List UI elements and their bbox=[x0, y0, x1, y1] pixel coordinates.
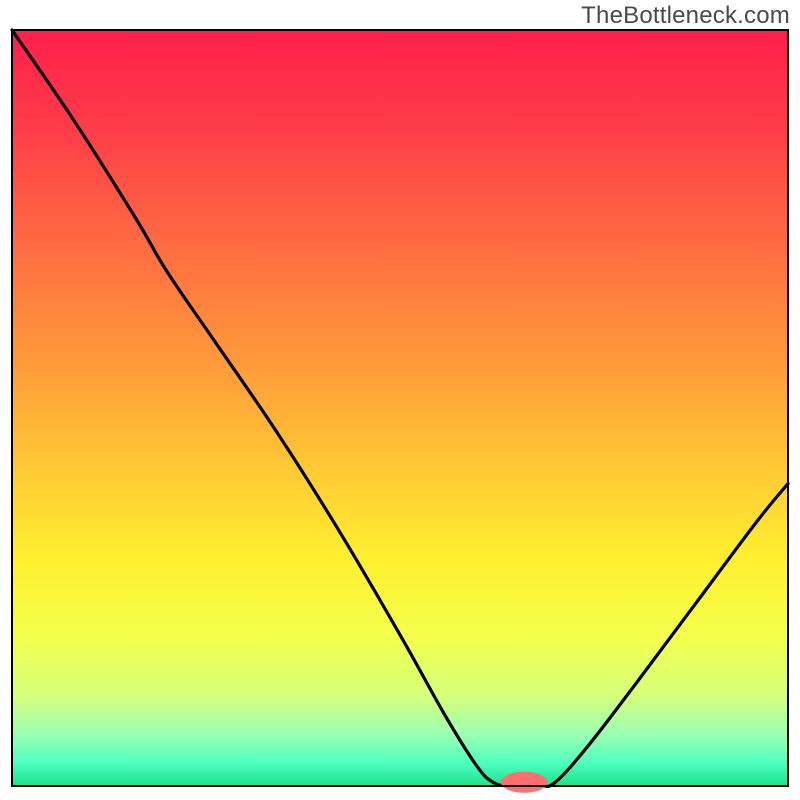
watermark-text: TheBottleneck.com bbox=[581, 2, 790, 30]
chart-container: TheBottleneck.com bbox=[0, 0, 800, 800]
optimal-marker bbox=[501, 772, 548, 793]
bottleneck-chart bbox=[0, 0, 800, 800]
plot-background bbox=[12, 30, 788, 786]
